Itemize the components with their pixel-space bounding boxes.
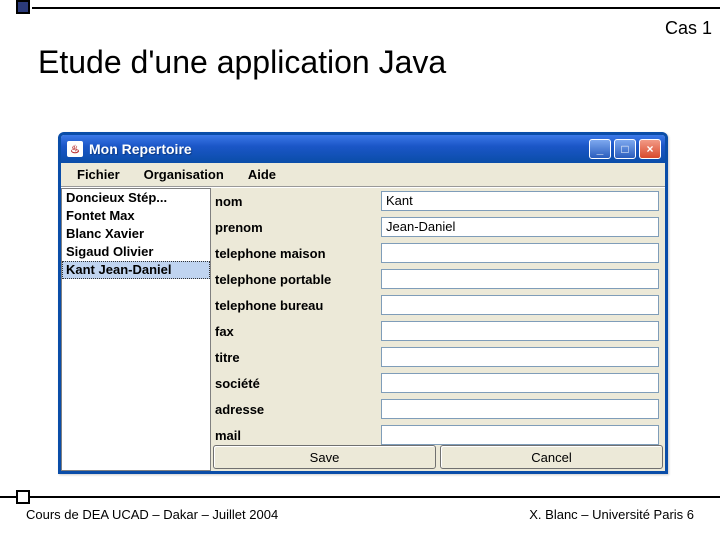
titre-input[interactable] <box>381 347 659 367</box>
field-label: société <box>211 376 381 391</box>
adresse-input[interactable] <box>381 399 659 419</box>
nom-input[interactable]: Kant <box>381 191 659 211</box>
maximize-button[interactable]: □ <box>614 139 636 159</box>
slide-title: Etude d'une application Java <box>38 44 446 81</box>
tel-portable-input[interactable] <box>381 269 659 289</box>
list-item-selected[interactable]: Kant Jean-Daniel <box>62 261 210 279</box>
window-title: Mon Repertoire <box>89 141 586 157</box>
menu-organisation[interactable]: Organisation <box>132 167 236 182</box>
java-icon: ♨ <box>67 141 83 157</box>
slide-footer-square <box>16 490 30 504</box>
societe-input[interactable] <box>381 373 659 393</box>
footer-left: Cours de DEA UCAD – Dakar – Juillet 2004 <box>26 507 278 522</box>
field-label: nom <box>211 194 381 209</box>
cas-label: Cas 1 <box>665 18 712 39</box>
list-item[interactable]: Sigaud Olivier <box>62 243 210 261</box>
close-button[interactable]: × <box>639 139 661 159</box>
field-label: titre <box>211 350 381 365</box>
field-label: mail <box>211 428 381 443</box>
field-label: prenom <box>211 220 381 235</box>
field-label: telephone portable <box>211 272 381 287</box>
cancel-button[interactable]: Cancel <box>440 445 663 469</box>
menu-aide[interactable]: Aide <box>236 167 288 182</box>
mail-input[interactable] <box>381 425 659 445</box>
field-label: telephone maison <box>211 246 381 261</box>
menu-bar: Fichier Organisation Aide <box>61 163 665 187</box>
list-item[interactable]: Blanc Xavier <box>62 225 210 243</box>
slide-deco-line <box>32 7 720 9</box>
tel-bureau-input[interactable] <box>381 295 659 315</box>
slide-deco-square <box>16 0 30 14</box>
list-item[interactable]: Fontet Max <box>62 207 210 225</box>
list-item[interactable]: Doncieux Stép... <box>62 189 210 207</box>
field-label: fax <box>211 324 381 339</box>
tel-maison-input[interactable] <box>381 243 659 263</box>
app-window: ♨ Mon Repertoire _ □ × Fichier Organisat… <box>58 132 668 474</box>
footer-right: X. Blanc – Université Paris 6 <box>529 507 694 522</box>
field-label: telephone bureau <box>211 298 381 313</box>
menu-fichier[interactable]: Fichier <box>65 167 132 182</box>
form-pane: nomKant prenomJean-Daniel telephone mais… <box>211 188 665 471</box>
title-bar[interactable]: ♨ Mon Repertoire _ □ × <box>61 135 665 163</box>
slide-footer-line <box>0 496 720 498</box>
field-label: adresse <box>211 402 381 417</box>
minimize-button[interactable]: _ <box>589 139 611 159</box>
save-button[interactable]: Save <box>213 445 436 469</box>
fax-input[interactable] <box>381 321 659 341</box>
prenom-input[interactable]: Jean-Daniel <box>381 217 659 237</box>
contact-list[interactable]: Doncieux Stép... Fontet Max Blanc Xavier… <box>61 188 211 471</box>
